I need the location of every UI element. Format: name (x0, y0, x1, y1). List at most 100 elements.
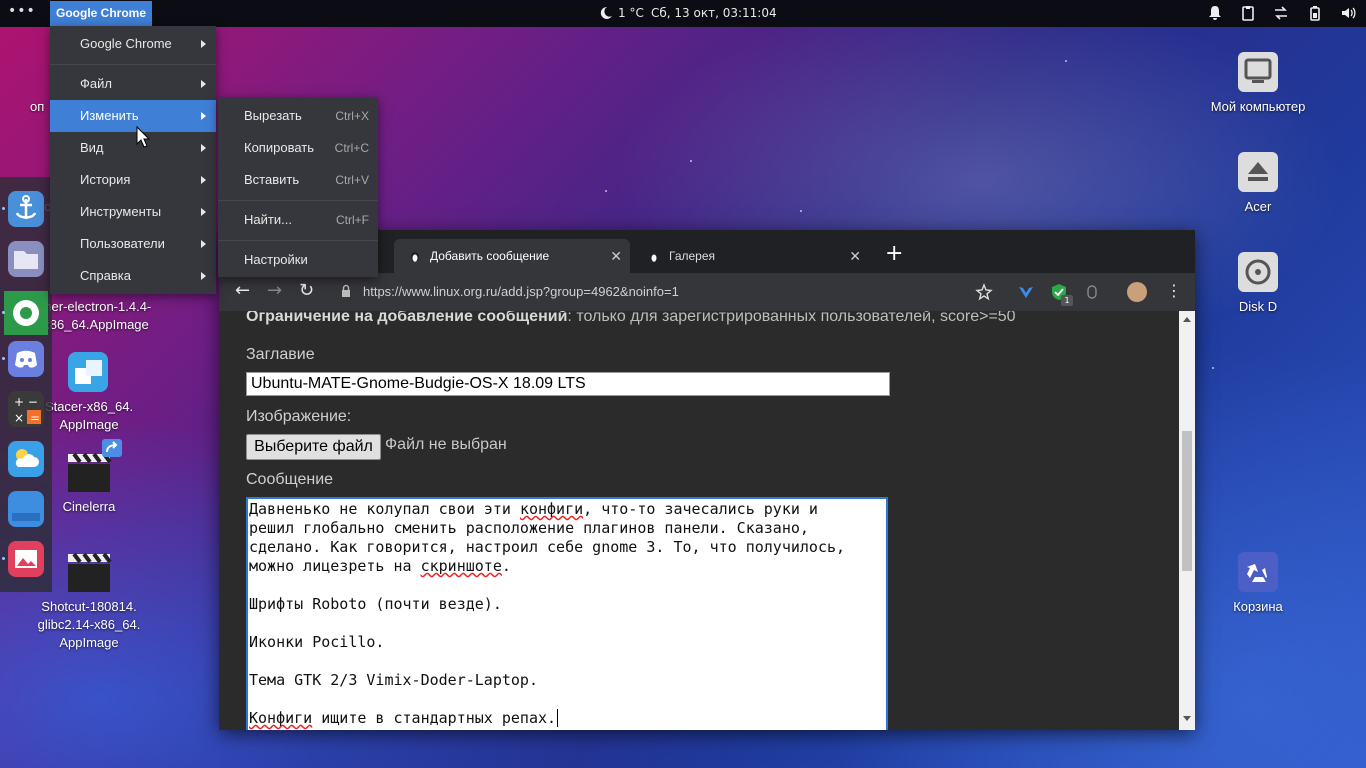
new-tab-plus-icon[interactable]: + (885, 242, 903, 266)
address-bar[interactable]: https://www.linux.org.ru/add.jsp?group=4… (363, 284, 679, 299)
anchor-app-icon[interactable] (8, 191, 44, 227)
menu-item-view[interactable]: Вид (50, 132, 216, 164)
menu-item-label: Инструменты (80, 204, 162, 219)
message-line: , что-то зачесались руки и (583, 500, 818, 518)
svg-text:+ −: + − (14, 395, 38, 409)
image-viewer-app-icon[interactable] (8, 541, 44, 577)
menu-separator (218, 240, 378, 241)
extension-placeholder-icon[interactable] (1083, 283, 1101, 301)
tab-close-icon[interactable]: ✕ (610, 239, 622, 273)
hard-disk-icon[interactable] (1238, 252, 1278, 292)
menu-item-users[interactable]: Пользователи (50, 228, 216, 260)
desktop-icon-electron[interactable]: mer-electron-1.4.4- x86_64.AppImage (34, 298, 158, 334)
app-menu-dots-icon[interactable]: ••• (8, 4, 35, 21)
message-line: ищите в стандартных репах. (312, 709, 557, 727)
app-menu: Google Chrome Файл Изменить Вид История … (50, 26, 216, 294)
profile-avatar[interactable] (1127, 282, 1147, 302)
desktop-icon-shotcut[interactable]: Shotcut-180814. glibc2.14-x86_64. AppIma… (30, 598, 148, 652)
menu-item-google-chrome[interactable]: Google Chrome (50, 28, 216, 60)
menu-item-copy[interactable]: Копировать Ctrl+C (218, 132, 378, 164)
clock[interactable]: Сб, 13 окт, 03:11:04 (651, 6, 777, 20)
message-textarea[interactable]: Давненько не колупал свои эти конфиги, ч… (246, 497, 888, 730)
misspelled-word: конфиги (519, 500, 584, 518)
forward-arrow-icon[interactable]: → (267, 281, 282, 301)
kebab-menu-icon[interactable]: ⋮ (1166, 281, 1182, 301)
reload-icon[interactable]: ↻ (299, 281, 314, 301)
menu-item-label: Пользователи (80, 236, 165, 251)
eject-drive-icon[interactable] (1238, 152, 1278, 192)
weather-app-icon[interactable] (8, 441, 44, 477)
extension-badge: 1 (1061, 295, 1073, 306)
scrollbar-thumb[interactable] (1182, 431, 1192, 571)
menu-item-paste[interactable]: Вставить Ctrl+V (218, 164, 378, 196)
tab-gallery[interactable]: Галерея ✕ (633, 239, 869, 273)
menu-item-help[interactable]: Справка (50, 260, 216, 292)
network-transfer-icon[interactable] (1273, 5, 1289, 21)
menu-item-cut[interactable]: Вырезать Ctrl+X (218, 100, 378, 132)
stacer-app-icon[interactable] (66, 350, 110, 394)
message-line: сделано. Как говорится, настроил себе gn… (249, 538, 846, 556)
chrome-app-icon[interactable] (4, 291, 48, 335)
scroll-up-arrow-icon[interactable] (1183, 317, 1191, 322)
title-input[interactable]: Ubuntu-MATE-Gnome-Budgie-OS-X 18.09 LTS (246, 372, 890, 396)
active-app-button[interactable]: Google Chrome (50, 1, 153, 26)
volume-icon[interactable] (1340, 5, 1356, 21)
menu-item-label: Вырезать (244, 108, 302, 123)
menu-item-find[interactable]: Найти... Ctrl+F (218, 204, 378, 236)
clipboard-icon[interactable] (1240, 5, 1256, 21)
desktop-icon-label: mer-electron-1.4.4- (40, 299, 152, 314)
text-cursor (557, 709, 559, 727)
shortcut-label: Ctrl+F (336, 213, 369, 227)
desktop-icon-disk-d-label[interactable]: Disk D (1218, 298, 1298, 316)
menu-item-file[interactable]: Файл (50, 68, 216, 100)
submenu-arrow-icon (201, 272, 206, 280)
calculator-app-icon[interactable]: + − × = (8, 391, 44, 427)
running-indicator (2, 557, 5, 560)
menu-item-settings[interactable]: Настройки (218, 244, 378, 276)
tab-close-icon[interactable]: ✕ (849, 239, 861, 273)
back-arrow-icon[interactable]: ← (235, 281, 250, 301)
message-line: решил глобально сменить расположение пла… (249, 519, 809, 537)
files-app-icon[interactable] (8, 241, 44, 277)
desktop-icon-trash-label[interactable]: Корзина (1218, 598, 1298, 616)
tab-title: Добавить сообщение (430, 249, 550, 263)
page-scrollbar[interactable] (1179, 311, 1195, 730)
clapperboard-icon[interactable] (66, 548, 112, 594)
menu-item-edit[interactable]: Изменить (50, 100, 216, 132)
image-label: Изображение: (246, 408, 352, 425)
notification-bell-icon[interactable] (1207, 5, 1223, 21)
restriction-text: : только для зарегистрированных пользова… (567, 311, 1016, 325)
bookmark-star-icon[interactable] (975, 283, 993, 301)
battery-icon[interactable] (1307, 5, 1323, 21)
browser-window: Добавить сообщение ✕ Галерея ✕ + ← → ↻ h… (219, 230, 1195, 730)
menu-item-label: Настройки (244, 252, 308, 267)
tab-title: Галерея (669, 249, 716, 263)
shortcut-label: Ctrl+V (335, 173, 369, 187)
menu-item-label: Google Chrome (80, 36, 172, 51)
computer-icon[interactable] (1238, 52, 1278, 92)
menu-item-label: Изменить (80, 108, 139, 123)
lock-icon[interactable] (341, 284, 351, 298)
scroll-down-arrow-icon[interactable] (1183, 716, 1191, 721)
wallpaper-star (690, 160, 692, 162)
desktop-icon-cinelerra-label[interactable]: Cinelerra (58, 498, 120, 516)
tab-add-message[interactable]: Добавить сообщение ✕ (394, 239, 630, 273)
menu-item-history[interactable]: История (50, 164, 216, 196)
desktop-icon-my-computer-label[interactable]: Мой компьютер (1198, 98, 1318, 116)
choose-file-button[interactable]: Выберите файл (246, 434, 381, 460)
moon-cloud-icon (600, 6, 612, 19)
recycle-bin-icon[interactable] (1238, 552, 1278, 592)
message-line: Давненько не колупал свои эти (249, 500, 520, 518)
weather-indicator[interactable]: 1 °C (598, 5, 644, 21)
menu-item-label: Справка (80, 268, 131, 283)
wallpaper-star (1212, 367, 1214, 369)
submenu-arrow-icon (201, 40, 206, 48)
vpn-extension-icon[interactable] (1017, 283, 1035, 301)
discord-app-icon[interactable] (8, 341, 44, 377)
message-line: Иконки Pocillo. (249, 633, 385, 651)
desktop-icon-acer-label[interactable]: Acer (1218, 198, 1298, 216)
page-content: Ограничение на добавление сообщений: тол… (219, 311, 1179, 730)
menu-item-tools[interactable]: Инструменты (50, 196, 216, 228)
folder-app-icon[interactable] (8, 491, 44, 527)
message-line: Шрифты Roboto (почти везде). (249, 595, 502, 613)
